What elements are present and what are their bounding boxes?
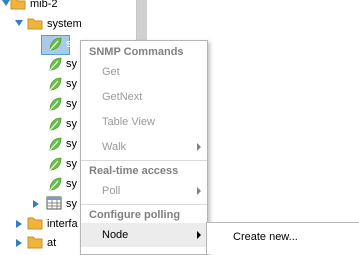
tree-node-label: interfa bbox=[47, 218, 78, 230]
menu-item-walk[interactable]: Walk bbox=[81, 135, 207, 159]
leaf-icon bbox=[49, 157, 62, 171]
tree-node-label: sy bbox=[66, 178, 77, 190]
leaf-icon bbox=[49, 77, 62, 91]
menu-item-label: Walk bbox=[102, 141, 127, 153]
tree-node-label: system bbox=[47, 18, 82, 30]
leaf-icon bbox=[49, 137, 62, 151]
menu-header-snmp-commands: SNMP Commands bbox=[89, 46, 184, 58]
expand-toggle-icon[interactable] bbox=[33, 200, 39, 208]
folder-icon bbox=[27, 217, 43, 230]
menu-item-label: Table View bbox=[102, 116, 155, 128]
folder-open-icon bbox=[27, 18, 43, 30]
tree-node-label: sy bbox=[66, 78, 77, 90]
leaf-icon bbox=[49, 117, 62, 131]
tree-node-mib-2[interactable]: mib-2 bbox=[0, 0, 136, 14]
submenu-node: Create new... bbox=[206, 222, 359, 254]
submenu-arrow-icon bbox=[197, 187, 201, 195]
tree-node-label: sy bbox=[66, 158, 77, 170]
tree-node-label: sy bbox=[66, 38, 77, 50]
menu-item-create-new[interactable]: Create new... bbox=[233, 231, 298, 243]
menu-item-poll[interactable]: Poll bbox=[81, 179, 207, 203]
leaf-icon bbox=[49, 97, 62, 111]
submenu-arrow-icon bbox=[197, 231, 201, 239]
menu-separator bbox=[81, 204, 207, 205]
tree-node-label: sy bbox=[66, 198, 77, 210]
menu-header-real-time-access: Real-time access bbox=[89, 165, 179, 177]
tree-node-label: sy bbox=[66, 118, 77, 130]
tree-node-system[interactable]: system bbox=[0, 14, 136, 34]
leaf-icon bbox=[49, 57, 62, 71]
menu-item-label: Node bbox=[102, 229, 129, 241]
menu-item-label: Poll bbox=[102, 185, 121, 197]
tree-node-label: mib-2 bbox=[30, 0, 58, 10]
table-icon bbox=[46, 196, 62, 210]
expand-toggle-icon[interactable] bbox=[16, 239, 22, 247]
menu-item-getnext[interactable]: GetNext bbox=[81, 85, 207, 109]
submenu-arrow-icon bbox=[197, 143, 201, 151]
menu-item-get[interactable]: Get bbox=[81, 60, 207, 84]
tree-node-label: at bbox=[47, 237, 57, 249]
folder-open-icon bbox=[10, 0, 26, 10]
menu-item-node[interactable]: Node bbox=[81, 223, 207, 247]
leaf-icon bbox=[49, 177, 62, 191]
tree-node-label: sy bbox=[66, 98, 77, 110]
menu-separator bbox=[81, 160, 207, 161]
menu-item-table-view[interactable]: Table View bbox=[81, 110, 207, 134]
collapse-toggle-icon[interactable] bbox=[15, 20, 23, 26]
expand-toggle-icon[interactable] bbox=[16, 220, 22, 228]
menu-item-label: Get bbox=[102, 66, 120, 78]
leaf-icon bbox=[49, 37, 62, 51]
collapse-toggle-icon[interactable] bbox=[2, 0, 10, 6]
menu-item-label: GetNext bbox=[102, 91, 143, 103]
context-menu: SNMP Commands Get GetNext Table View Wal… bbox=[80, 40, 208, 255]
menu-header-configure-polling: Configure polling bbox=[89, 209, 181, 221]
tree-node-label: sy bbox=[66, 58, 77, 70]
folder-icon bbox=[27, 236, 43, 249]
tree-node-label: sy bbox=[66, 138, 77, 150]
